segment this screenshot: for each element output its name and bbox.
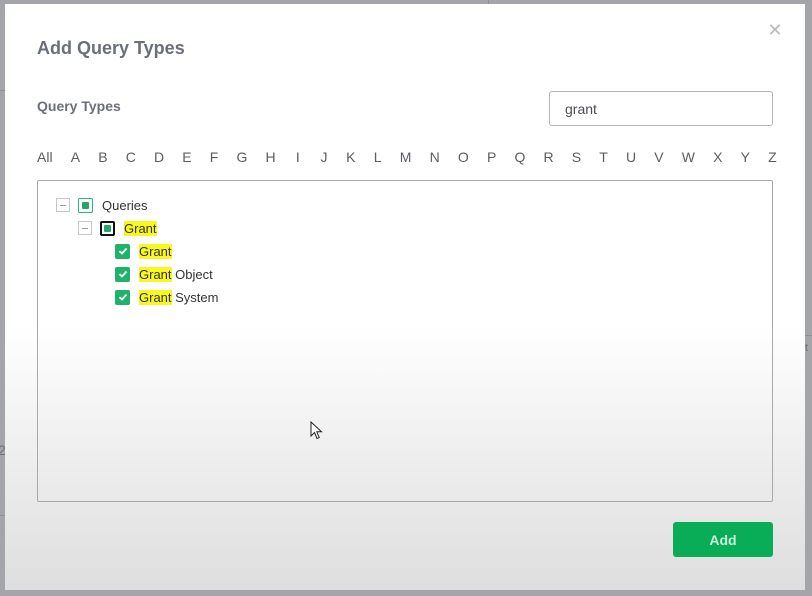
search-highlight: Grant <box>139 266 172 282</box>
alpha-filter-k[interactable]: K <box>346 149 355 165</box>
alpha-filter-q[interactable]: Q <box>514 149 525 165</box>
alpha-filter-a[interactable]: A <box>71 149 80 165</box>
collapse-toggle[interactable] <box>56 198 70 212</box>
add-query-types-dialog: Add Query Types ✕ Query Types All A B C D E F G… <box>5 4 805 590</box>
close-icon[interactable]: ✕ <box>767 21 783 39</box>
query-types-label: Query Types <box>37 98 121 114</box>
checkbox-checked[interactable] <box>115 289 130 305</box>
mouse-cursor-icon <box>310 421 323 440</box>
add-button[interactable]: Add <box>673 522 773 557</box>
alpha-filter-w[interactable]: W <box>682 149 695 165</box>
alpha-filter-u[interactable]: U <box>626 149 636 165</box>
dialog-title: Add Query Types <box>37 38 185 58</box>
search-input[interactable] <box>549 91 773 126</box>
search-highlight: Grant <box>139 243 172 259</box>
checkmark-icon <box>118 293 127 301</box>
alphabet-filter: All A B C D E F G H I J K L M N O P Q R S T U V W X Y Z <box>37 145 777 169</box>
alpha-filter-z[interactable]: Z <box>768 149 777 165</box>
alpha-filter-j[interactable]: J <box>320 149 328 165</box>
alpha-filter-p[interactable]: P <box>487 149 496 165</box>
tree-leaf-grant: Grant <box>115 242 172 260</box>
background-divider <box>805 335 812 336</box>
tree-node-label[interactable]: Grant System <box>139 289 219 305</box>
checkbox-checked[interactable] <box>115 243 130 259</box>
background-text: t <box>805 342 809 354</box>
alpha-filter-x[interactable]: X <box>713 149 722 165</box>
alpha-filter-e[interactable]: E <box>182 149 191 165</box>
tree-node-label[interactable]: Grant Object <box>139 266 213 282</box>
alpha-filter-n[interactable]: N <box>430 149 440 165</box>
checkbox-checked[interactable] <box>115 266 130 282</box>
alpha-filter-all[interactable]: All <box>37 149 53 165</box>
checkbox-partial[interactable] <box>78 197 93 213</box>
alpha-filter-r[interactable]: R <box>544 149 554 165</box>
alpha-filter-h[interactable]: H <box>266 149 276 165</box>
alpha-filter-f[interactable]: F <box>210 149 219 165</box>
label-rest: Object <box>171 266 213 282</box>
checkbox-partial[interactable] <box>100 220 115 236</box>
alpha-filter-c[interactable]: C <box>126 149 136 165</box>
tree-node-label[interactable]: Grant <box>139 243 172 259</box>
alpha-filter-t[interactable]: T <box>599 149 608 165</box>
checkmark-icon <box>118 270 127 278</box>
alpha-filter-g[interactable]: G <box>237 149 248 165</box>
tree-node-label[interactable]: Queries <box>102 198 148 213</box>
search-highlight: Grant <box>124 220 157 236</box>
alpha-filter-o[interactable]: O <box>458 149 469 165</box>
alpha-filter-i[interactable]: I <box>294 149 302 165</box>
label-rest: System <box>171 289 219 305</box>
alpha-filter-l[interactable]: L <box>374 149 382 165</box>
query-type-tree: Queries Grant Grant Grant Object Grant S… <box>37 180 773 502</box>
tree-node-label[interactable]: Grant <box>124 220 157 236</box>
alpha-filter-s[interactable]: S <box>572 149 581 165</box>
search-highlight: Grant <box>139 289 172 305</box>
tree-leaf-grant-object: Grant Object <box>115 265 213 283</box>
alpha-filter-d[interactable]: D <box>154 149 164 165</box>
tree-node-queries: Queries <box>56 196 148 214</box>
tree-leaf-grant-system: Grant System <box>115 288 218 306</box>
alpha-filter-b[interactable]: B <box>98 149 107 165</box>
tree-node-grant-group: Grant <box>78 219 157 237</box>
alpha-filter-v[interactable]: V <box>654 149 663 165</box>
alpha-filter-m[interactable]: M <box>400 149 412 165</box>
collapse-toggle[interactable] <box>78 221 92 235</box>
checkmark-icon <box>118 247 127 255</box>
alpha-filter-y[interactable]: Y <box>741 149 750 165</box>
